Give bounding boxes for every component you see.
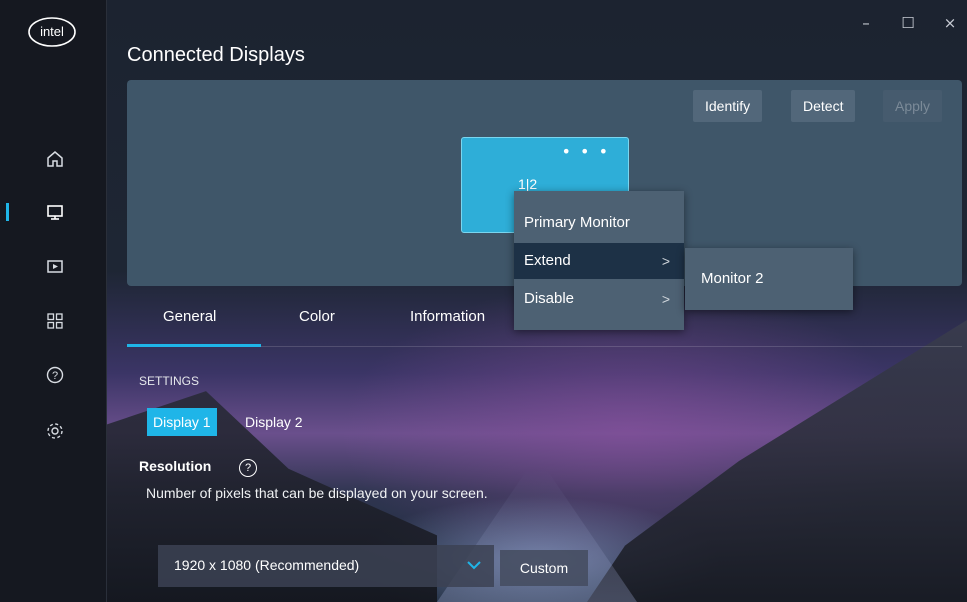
settings-label: SETTINGS [139,374,200,388]
resolution-value: 1920 x 1080 (Recommended) [174,557,360,573]
tab-active-underline [127,344,261,347]
menu-item-label: Extend [524,252,571,269]
svg-text:intel: intel [40,24,64,39]
gear-icon[interactable] [44,420,66,442]
tab-display-1[interactable]: Display 1 [147,408,217,436]
chevron-right-icon: > [661,291,670,307]
page-title: Connected Displays [127,44,305,66]
tab-information[interactable]: Information [410,308,485,325]
active-indicator [6,203,9,221]
minimize-button[interactable]: – [859,14,873,32]
svg-text:?: ? [52,370,58,382]
home-icon[interactable] [44,148,66,170]
resolution-title: Resolution [139,458,212,474]
tab-color[interactable]: Color [299,308,335,325]
resolution-dropdown[interactable]: 1920 x 1080 (Recommended) [158,545,494,587]
display-icon[interactable] [44,201,66,223]
detect-button[interactable]: Detect [791,90,856,122]
window-controls: – ☐ × [859,14,957,32]
resolution-help-icon[interactable]: ? [239,459,257,477]
context-menu: Primary Monitor Extend > Disable > [514,191,684,330]
intel-logo: intel [28,17,76,47]
help-icon[interactable]: ? [44,364,66,386]
close-button[interactable]: × [943,14,957,32]
maximize-button[interactable]: ☐ [901,14,915,32]
menu-item-disable[interactable]: Disable > [514,281,684,317]
tab-display-2[interactable]: Display 2 [239,408,309,436]
identify-button[interactable]: Identify [693,90,763,122]
custom-resolution-button[interactable]: Custom [500,550,588,586]
menu-item-primary-monitor[interactable]: Primary Monitor [514,205,684,241]
chevron-right-icon: > [661,253,670,269]
menu-item-monitor-2[interactable]: Monitor 2 [701,270,764,287]
sidebar: intel ? [0,0,107,602]
menu-item-extend[interactable]: Extend > [514,243,684,279]
video-icon[interactable] [44,256,66,278]
background-mountain-right [587,320,967,602]
menu-item-label: Primary Monitor [524,214,630,231]
main-content: – ☐ × Connected Displays Identify Detect… [107,0,967,602]
menu-item-label: Disable [524,290,575,307]
monitor-label: 1|2 [518,176,538,192]
apply-button[interactable]: Apply [883,90,943,122]
resolution-description: Number of pixels that can be displayed o… [146,485,488,501]
tab-general[interactable]: General [163,308,216,325]
more-options-icon[interactable]: • • • [562,142,610,161]
submenu-extend: Monitor 2 [685,248,853,310]
apps-grid-icon[interactable] [44,310,66,332]
chevron-down-icon [467,561,481,570]
